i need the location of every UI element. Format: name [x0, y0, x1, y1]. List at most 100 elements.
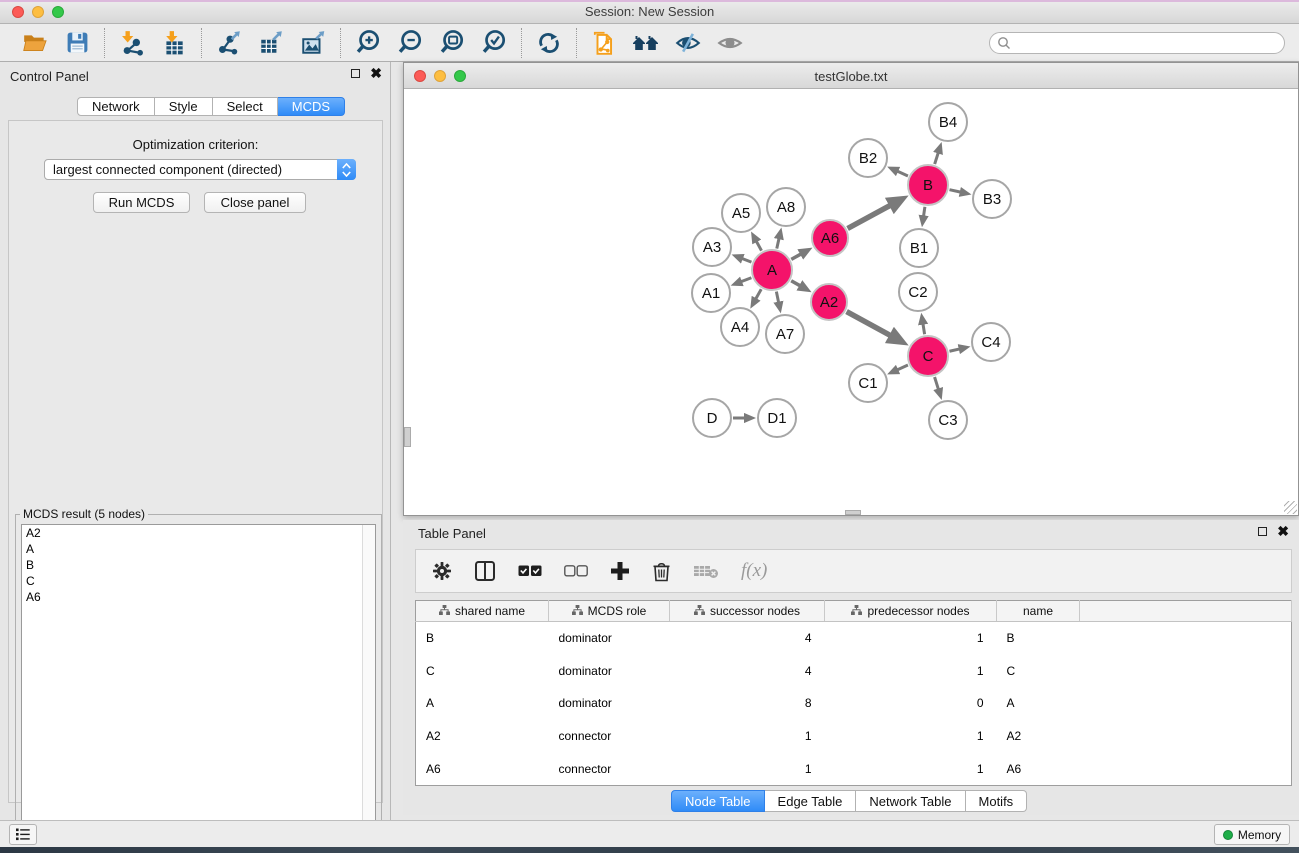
zoom-fit-icon[interactable]: [438, 29, 466, 57]
column-header[interactable]: MCDS role: [549, 601, 670, 622]
table-cell: 1: [825, 654, 997, 687]
zoom-selected-icon[interactable]: [480, 29, 508, 57]
status-bar: Memory: [0, 820, 1299, 847]
table-row[interactable]: Adominator80A: [416, 687, 1292, 720]
memory-button[interactable]: Memory: [1214, 824, 1290, 845]
table-body: Bdominator41BCdominator41CAdominator80AA…: [416, 622, 1292, 786]
mcds-result-item[interactable]: A6: [22, 589, 375, 605]
graph-node-C3[interactable]: C3: [928, 400, 968, 440]
graph-node-A4[interactable]: A4: [720, 307, 760, 347]
table-row[interactable]: A2connector11A2: [416, 720, 1292, 753]
zoom-out-icon[interactable]: [396, 29, 424, 57]
optimization-criterion-label: Optimization criterion:: [9, 137, 382, 152]
graph-node-B[interactable]: B: [907, 164, 949, 206]
scrollbar-track[interactable]: [362, 525, 375, 852]
graph-node-A[interactable]: A: [751, 249, 793, 291]
select-all-columns-icon[interactable]: [518, 565, 542, 577]
mcds-result-item[interactable]: A2: [22, 525, 375, 541]
main-toolbar: [0, 24, 1299, 62]
close-table-panel-icon[interactable]: ✖: [1277, 527, 1289, 536]
column-header[interactable]: name: [997, 601, 1080, 622]
table-panel-title: Table Panel: [418, 526, 486, 541]
shared-column-icon: [439, 604, 450, 618]
save-session-icon[interactable]: [63, 29, 91, 57]
show-hide-panels-icon[interactable]: [632, 29, 660, 57]
close-panel-button[interactable]: Close panel: [204, 192, 306, 213]
shared-column-icon: [572, 604, 583, 618]
run-mcds-button[interactable]: Run MCDS: [93, 192, 190, 213]
export-network-icon[interactable]: [215, 29, 243, 57]
graph-node-A2[interactable]: A2: [810, 283, 848, 321]
graph-node-B1[interactable]: B1: [899, 228, 939, 268]
task-history-button[interactable]: [9, 824, 37, 845]
table-row[interactable]: Cdominator41C: [416, 654, 1292, 687]
graph-node-A1[interactable]: A1: [691, 273, 731, 313]
table-cell: A: [997, 687, 1080, 720]
graph-node-D1[interactable]: D1: [757, 398, 797, 438]
network-canvas[interactable]: A A1 A2 A3 A4 A5 A6 A7 A8 B B1 B2 B3B4 C C1 C2 C3C4 D D1: [404, 89, 1298, 515]
graph-node-C1[interactable]: C1: [848, 363, 888, 403]
hide-selected-eye-slash-icon[interactable]: [674, 29, 702, 57]
open-session-icon[interactable]: [21, 29, 49, 57]
show-columns-icon[interactable]: [474, 560, 496, 582]
network-title: testGlobe.txt: [404, 69, 1298, 84]
mcds-result-title: MCDS result (5 nodes): [20, 507, 148, 521]
app-title: Session: New Session: [0, 4, 1299, 19]
mcds-result-list[interactable]: A2ABCA6: [21, 524, 376, 853]
graph-node-C4[interactable]: C4: [971, 322, 1011, 362]
tab-style[interactable]: Style: [155, 97, 213, 116]
table-cell: 1: [670, 720, 825, 753]
graph-node-A3[interactable]: A3: [692, 227, 732, 267]
table-row[interactable]: Bdominator41B: [416, 622, 1292, 655]
close-panel-icon[interactable]: ✖: [370, 69, 382, 78]
tab-network-table[interactable]: Network Table: [856, 790, 965, 812]
column-header[interactable]: predecessor nodes: [825, 601, 997, 622]
graph-node-A6[interactable]: A6: [811, 219, 849, 257]
graph-node-B4[interactable]: B4: [928, 102, 968, 142]
export-image-icon[interactable]: [299, 29, 327, 57]
unselect-all-columns-icon[interactable]: [564, 565, 588, 577]
show-all-eye-icon[interactable]: [716, 29, 744, 57]
table-options-gear-icon[interactable]: [432, 561, 452, 581]
mcds-result-item[interactable]: A: [22, 541, 375, 557]
create-column-plus-icon[interactable]: [610, 561, 630, 581]
zoom-in-icon[interactable]: [354, 29, 382, 57]
table-cell: 0: [825, 687, 997, 720]
export-table-icon[interactable]: [257, 29, 285, 57]
graph-node-A7[interactable]: A7: [765, 314, 805, 354]
graph-node-D[interactable]: D: [692, 398, 732, 438]
function-builder-icon[interactable]: f(x): [741, 560, 767, 582]
delete-columns-trash-icon[interactable]: [652, 561, 671, 582]
tab-network[interactable]: Network: [77, 97, 155, 116]
graph-node-A8[interactable]: A8: [766, 187, 806, 227]
column-header[interactable]: shared name: [416, 601, 549, 622]
resize-grip[interactable]: [1284, 501, 1297, 514]
graph-node-C2[interactable]: C2: [898, 272, 938, 312]
criterion-dropdown[interactable]: largest connected component (directed): [44, 159, 356, 180]
graph-node-A5[interactable]: A5: [721, 193, 761, 233]
tab-edge-table[interactable]: Edge Table: [765, 790, 857, 812]
tab-motifs[interactable]: Motifs: [966, 790, 1028, 812]
new-network-from-file-icon[interactable]: [590, 29, 618, 57]
vertical-scroll-thumb[interactable]: [404, 427, 411, 447]
float-table-panel-icon[interactable]: [1258, 527, 1267, 536]
memory-label: Memory: [1238, 828, 1281, 842]
float-panel-icon[interactable]: [351, 69, 360, 78]
network-window-titlebar[interactable]: testGlobe.txt: [404, 63, 1298, 89]
mcds-result-item[interactable]: C: [22, 573, 375, 589]
delete-table-icon[interactable]: [693, 563, 719, 579]
import-table-icon[interactable]: [160, 29, 188, 57]
graph-node-B2[interactable]: B2: [848, 138, 888, 178]
mcds-result-item[interactable]: B: [22, 557, 375, 573]
graph-node-B3[interactable]: B3: [972, 179, 1012, 219]
column-header[interactable]: successor nodes: [670, 601, 825, 622]
import-network-icon[interactable]: [118, 29, 146, 57]
search-input[interactable]: [989, 32, 1285, 54]
table-row[interactable]: A6connector11A6: [416, 753, 1292, 786]
refresh-icon[interactable]: [535, 29, 563, 57]
graph-node-C[interactable]: C: [907, 335, 949, 377]
tab-select[interactable]: Select: [213, 97, 278, 116]
horizontal-scroll-thumb[interactable]: [845, 510, 861, 515]
tab-mcds[interactable]: MCDS: [278, 97, 345, 116]
tab-node-table[interactable]: Node Table: [671, 790, 765, 812]
